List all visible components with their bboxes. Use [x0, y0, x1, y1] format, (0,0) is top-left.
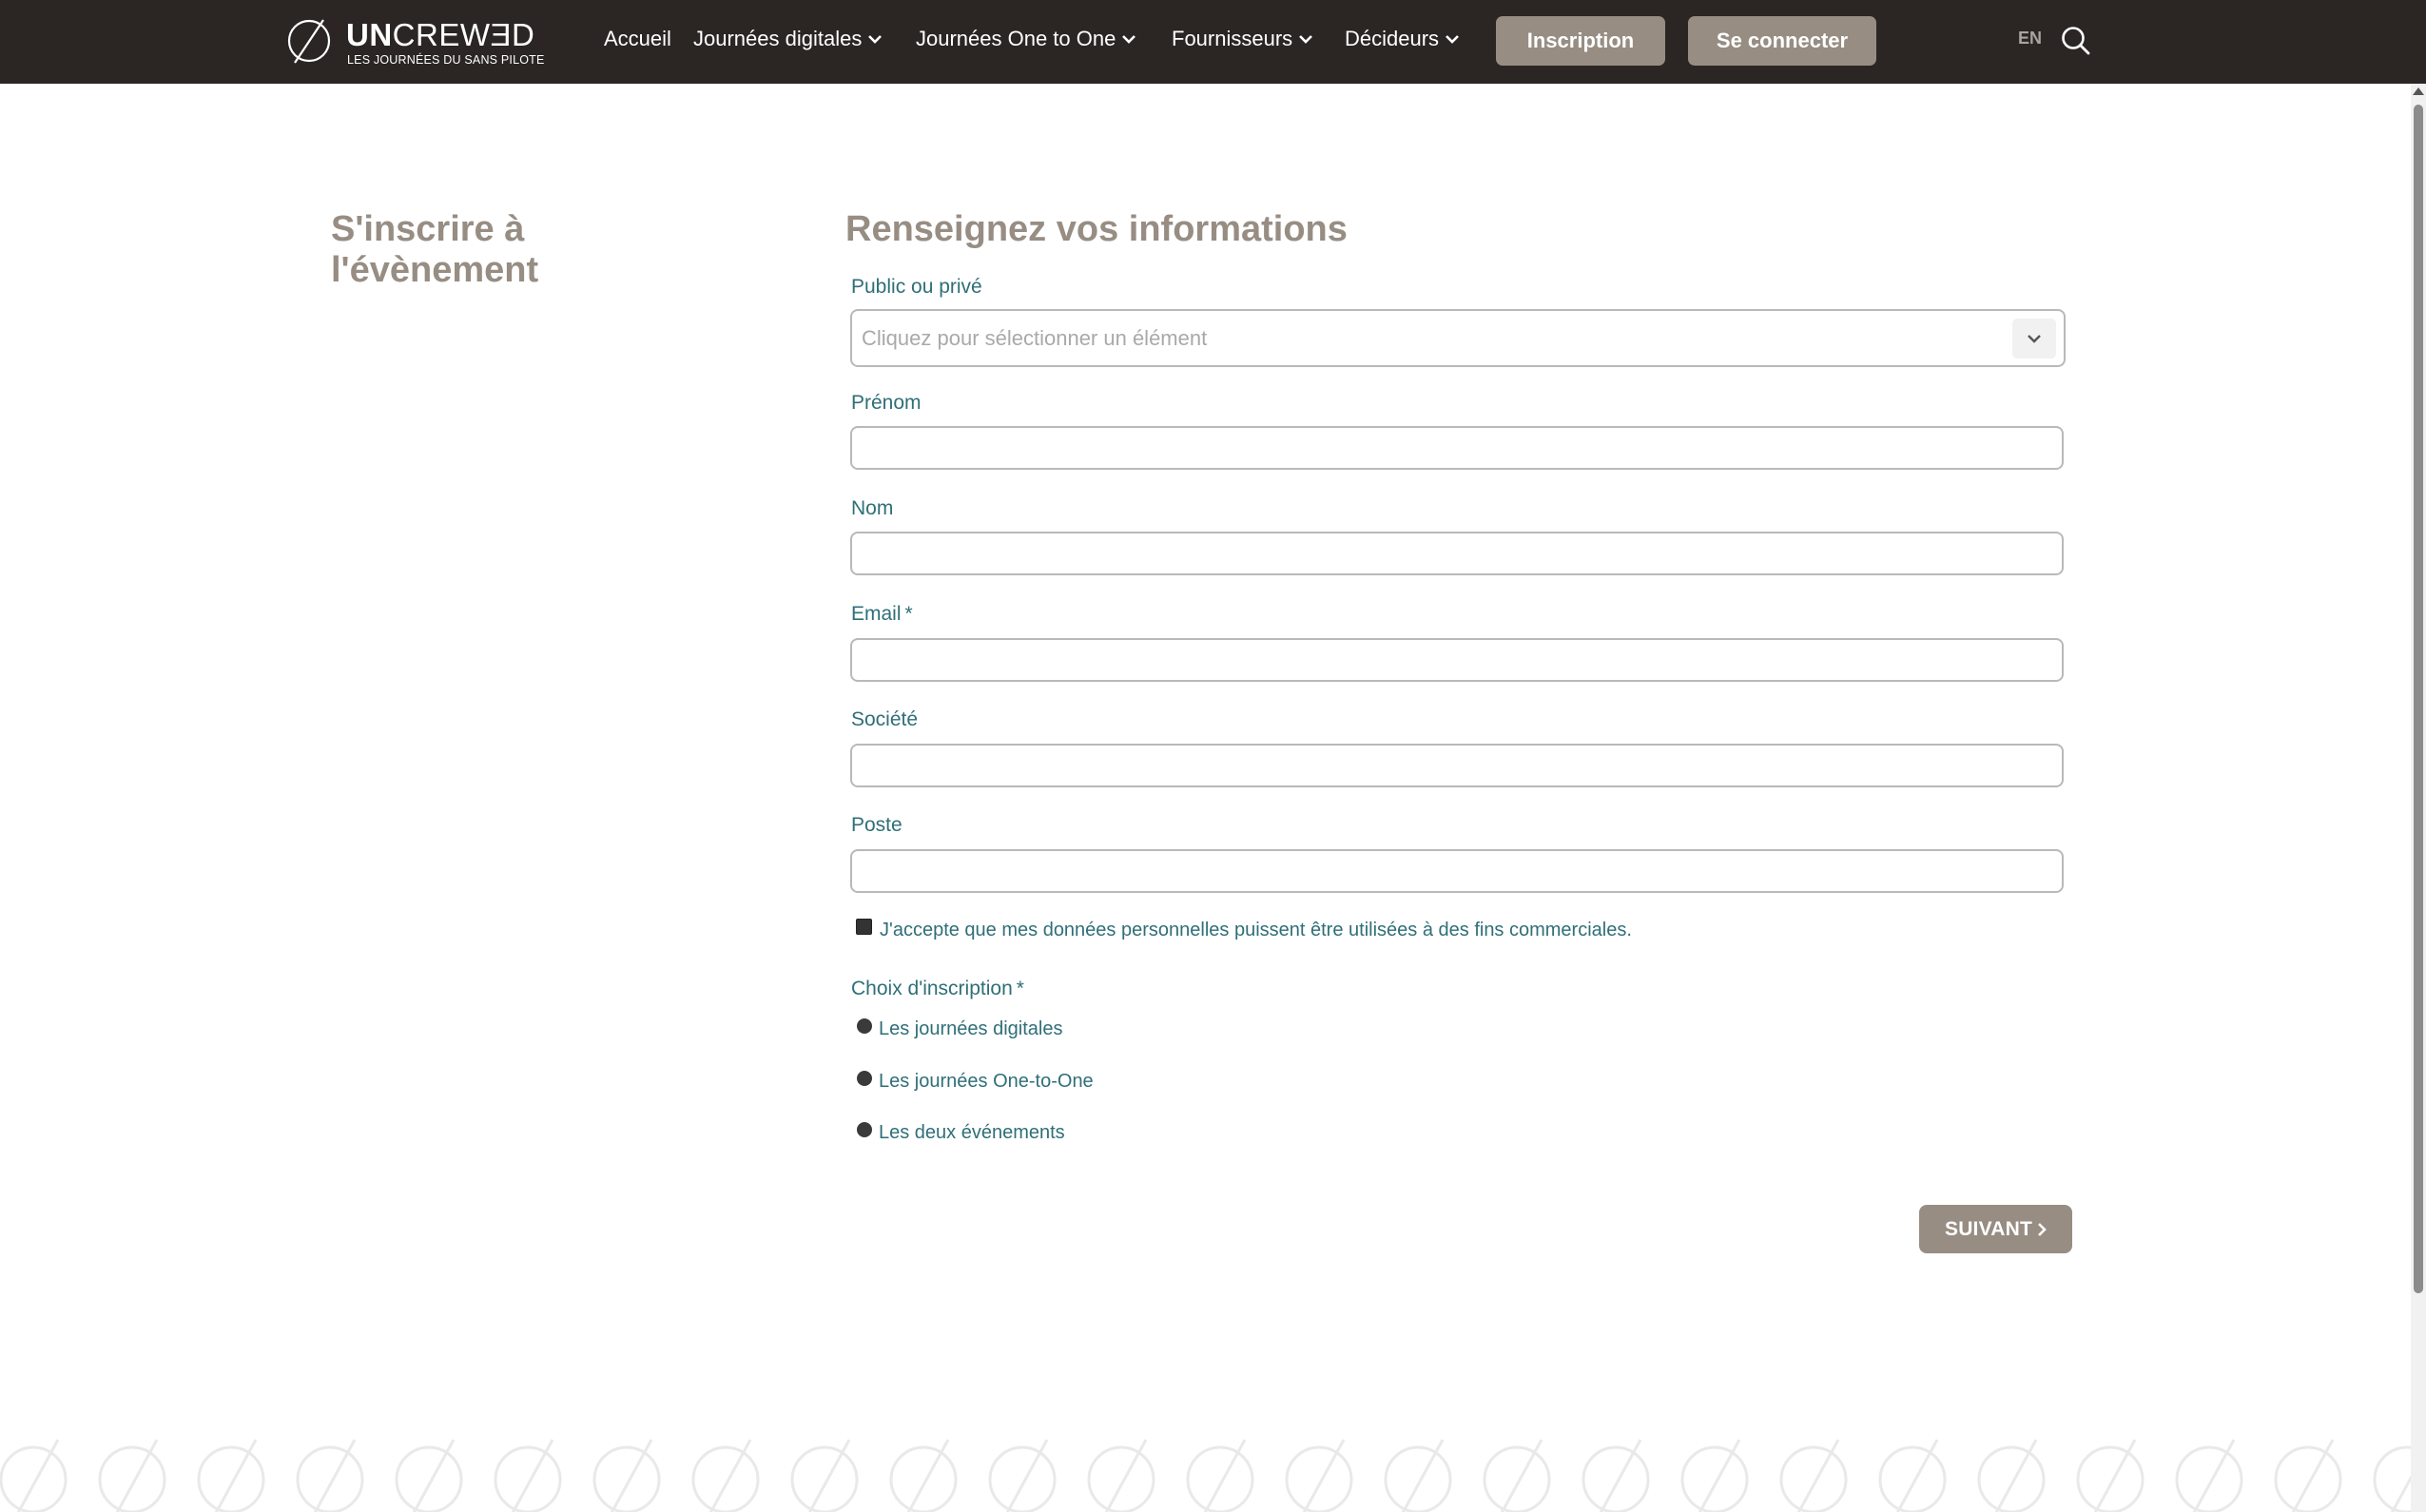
chevron-down-icon [1445, 25, 1460, 49]
radio-option-digital-days[interactable]: Les journées digitales [857, 1018, 1062, 1040]
nav-decision-makers[interactable]: Décideurs [1345, 27, 1460, 52]
slashed-circle-icon [1087, 1439, 1155, 1512]
logo-brand-text: UNCREWƎD [346, 17, 534, 53]
nav-decision-makers-label: Décideurs [1345, 27, 1440, 50]
slashed-circle-icon [1977, 1439, 2046, 1512]
chevron-down-icon[interactable] [2012, 319, 2056, 359]
radio-label: Les journées digitales [879, 1018, 1063, 1039]
language-switch-en[interactable]: EN [2018, 29, 2042, 48]
slashed-circle-icon [296, 1439, 364, 1512]
nav-home-label: Accueil [604, 27, 671, 50]
registration-choice-label: Choix d'inscription * [851, 978, 1024, 1000]
slashed-circle-icon [1285, 1439, 1353, 1512]
nav-one-to-one-days[interactable]: Journées One to One [916, 27, 1136, 52]
slashed-circle-icon [1680, 1439, 1749, 1512]
logo-slashed-circle-icon [287, 19, 331, 64]
company-label: Société [851, 708, 919, 730]
radio-label: Les deux événements [879, 1122, 1065, 1143]
consent-checkbox[interactable] [856, 919, 872, 936]
chevron-down-icon [1298, 25, 1313, 49]
slashed-circle-icon [1582, 1439, 1650, 1512]
pattern-graphic [0, 1439, 2411, 1512]
nav-suppliers[interactable]: Fournisseurs [1172, 27, 1313, 52]
position-label: Poste [851, 814, 902, 836]
public-private-label: Public ou privé [851, 276, 982, 298]
nav-home[interactable]: Accueil [604, 27, 671, 51]
chevron-down-icon [1121, 25, 1136, 49]
slashed-circle-icon [2373, 1445, 2411, 1512]
footer-slashed-circle-pattern [0, 1436, 2411, 1512]
slashed-circle-icon [1384, 1439, 1452, 1512]
nav-digital-days-label: Journées digitales [693, 27, 863, 50]
search-icon[interactable] [2060, 25, 2092, 62]
slashed-circle-icon [1779, 1439, 1848, 1512]
logo-tagline: LES JOURNÉES DU SANS PILOTE [347, 53, 545, 67]
nav-digital-days[interactable]: Journées digitales [693, 27, 883, 52]
slashed-circle-icon [197, 1439, 265, 1512]
first-name-input[interactable] [850, 426, 2064, 470]
radio-button[interactable] [857, 1121, 872, 1137]
chevron-down-icon [867, 25, 883, 49]
consent-checkbox-row[interactable]: J'accepte que mes données personnelles p… [856, 919, 1632, 941]
scroll-up-arrow-icon[interactable] [2413, 87, 2424, 95]
nav-suppliers-label: Fournisseurs [1172, 27, 1293, 50]
radio-option-both-events[interactable]: Les deux événements [857, 1121, 1065, 1144]
slashed-circle-icon [98, 1439, 166, 1512]
slashed-circle-icon [592, 1439, 661, 1512]
slashed-circle-icon [1186, 1439, 1254, 1512]
page-scrollbar[interactable] [2411, 84, 2426, 1512]
last-name-input[interactable] [850, 532, 2064, 575]
slashed-circle-icon [1878, 1439, 1947, 1512]
slashed-circle-icon [1483, 1439, 1551, 1512]
consent-label: J'accepte que mes données personnelles p… [880, 920, 1632, 940]
register-button[interactable]: Inscription [1496, 16, 1665, 66]
slashed-circle-icon [988, 1439, 1057, 1512]
login-button[interactable]: Se connecter [1688, 16, 1876, 66]
slashed-circle-icon [2274, 1439, 2342, 1512]
nav-one-to-one-days-label: Journées One to One [916, 27, 1116, 50]
logo-brand-light: CREWƎD [392, 17, 535, 52]
slashed-circle-icon [889, 1439, 958, 1512]
last-name-label: Nom [851, 497, 894, 519]
first-name-label: Prénom [851, 392, 922, 414]
form-title: Renseignez vos informations [845, 209, 1348, 249]
select-placeholder: Cliquez pour sélectionner un élément [862, 326, 1208, 350]
radio-option-one-to-one-days[interactable]: Les journées One-to-One [857, 1070, 1094, 1093]
email-field[interactable] [850, 638, 2064, 682]
email-label-text: Email [851, 603, 902, 625]
logo-brand-bold: UN [346, 17, 393, 52]
required-marker: * [1016, 978, 1024, 999]
next-button[interactable]: SUIVANT [1919, 1205, 2072, 1253]
radio-button[interactable] [857, 1018, 872, 1034]
page-title: S'inscrire à l'évènement [331, 209, 539, 290]
radio-label: Les journées One-to-One [879, 1071, 1094, 1092]
slashed-circle-icon [2175, 1439, 2243, 1512]
public-private-select[interactable]: Cliquez pour sélectionner un élément [850, 309, 2066, 367]
top-navigation-bar: UNCREWƎD LES JOURNÉES DU SANS PILOTE Acc… [0, 0, 2426, 84]
position-input[interactable] [850, 849, 2064, 893]
next-button-label: SUIVANT [1944, 1217, 2032, 1240]
chevron-right-icon [2038, 1222, 2047, 1236]
slashed-circle-icon [0, 1439, 68, 1512]
slashed-circle-icon [2076, 1439, 2145, 1512]
company-input[interactable] [850, 744, 2064, 787]
radio-button[interactable] [857, 1070, 872, 1086]
registration-choice-label-text: Choix d'inscription [851, 978, 1013, 999]
required-marker: * [904, 603, 913, 625]
slashed-circle-icon [494, 1439, 562, 1512]
email-label: Email * [851, 603, 913, 626]
scrollbar-thumb[interactable] [2414, 105, 2423, 1293]
slashed-circle-icon [691, 1439, 760, 1512]
slashed-circle-icon [790, 1439, 859, 1512]
slashed-circle-icon [395, 1439, 463, 1512]
